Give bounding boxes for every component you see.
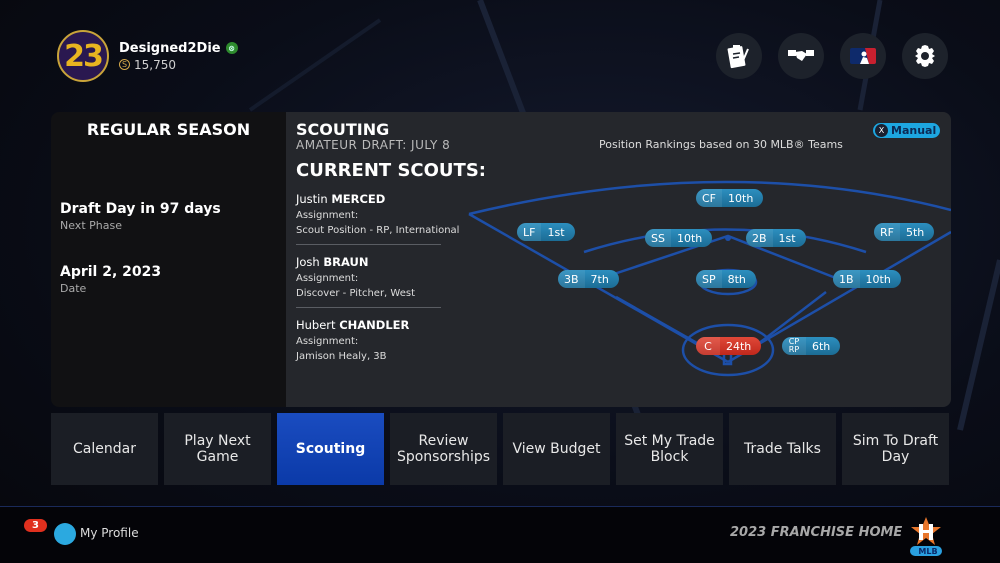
position-pill-cp-rp[interactable]: CP RP 6th [782, 337, 841, 355]
scout-first-name: Josh [296, 255, 320, 269]
scout-last-name: CHANDLER [339, 318, 410, 332]
scouts-list: Justin MERCED Assignment: Scout Position… [296, 192, 460, 370]
my-profile-link[interactable]: My Profile [80, 526, 139, 540]
franchise-nav: Calendar Play Next Game Scouting Review … [51, 413, 949, 485]
stubs-icon: S [119, 59, 130, 70]
assignment-value: Jamison Healy, 3B [296, 351, 387, 362]
scout-last-name: MERCED [331, 192, 386, 206]
clipboard-icon [727, 45, 749, 69]
mlb-badge: MLB [918, 547, 937, 556]
position-label: LF [517, 223, 542, 241]
position-label: 3B [558, 270, 585, 288]
nav-sim-to-draft-day[interactable]: Sim To Draft Day [842, 413, 949, 485]
position-pill-2b[interactable]: 2B 1st [746, 229, 806, 247]
date-value: April 2, 2023 [60, 264, 162, 280]
position-pill-c[interactable]: C 24th [696, 337, 762, 355]
position-label: SS [645, 229, 671, 247]
date-info: April 2, 2023 Date [60, 264, 161, 295]
profile-icon[interactable] [54, 523, 76, 545]
nav-scouting[interactable]: Scouting [277, 413, 384, 485]
scout-item[interactable]: Josh BRAUN Assignment: Discover - Pitche… [296, 244, 441, 307]
position-pill-1b[interactable]: 1B 10th [833, 270, 901, 288]
position-rank: 24th [726, 339, 752, 353]
position-label: CF [696, 189, 723, 207]
scouting-title: SCOUTING [296, 120, 390, 139]
notification-badge: 3 [24, 519, 47, 532]
astros-logo-icon: MLB [910, 517, 942, 556]
position-pill-ss[interactable]: SS 10th [645, 229, 713, 247]
current-scouts-heading: CURRENT SCOUTS: [296, 160, 486, 181]
x-button-icon: X [875, 124, 888, 137]
next-phase-value: Draft Day in 97 days [60, 201, 221, 217]
infield-arc [583, 228, 867, 254]
position-rank: 10th [676, 231, 703, 245]
position-pill-sp[interactable]: SP 8th [696, 270, 756, 288]
scouting-panel: SCOUTING AMATEUR DRAFT: JULY 8 CURRENT S… [286, 112, 951, 407]
scout-last-name: BRAUN [323, 255, 369, 269]
position-label: RF [874, 223, 900, 241]
xbox-icon: ⊗ [225, 42, 238, 54]
manual-toggle[interactable]: X Manual [873, 123, 940, 138]
position-pill-lf[interactable]: LF 1st [517, 223, 575, 241]
assignment-label: Assignment: [296, 336, 359, 347]
assignment-value: Scout Position - RP, International [296, 225, 460, 236]
nav-calendar[interactable]: Calendar [51, 413, 158, 485]
user-profile: 23 Designed2Die ⊗ S 15,750 [57, 30, 238, 82]
franchise-home-label: 2023 FRANCHISE HOME [730, 525, 903, 540]
position-rank: 6th [812, 339, 831, 353]
nav-set-trade-block[interactable]: Set My Trade Block [616, 413, 723, 485]
assignment-label: Assignment: [296, 273, 359, 284]
handshake-icon [788, 50, 814, 61]
position-label: 2B [746, 229, 773, 247]
season-title: REGULAR SEASON [86, 120, 251, 139]
assignment-value: Discover - Pitcher, West [296, 288, 416, 299]
position-rank: 1st [547, 225, 565, 239]
position-rank: 1st [778, 231, 796, 245]
position-rank: 8th [727, 272, 746, 286]
amateur-draft-date: AMATEUR DRAFT: JULY 8 [296, 138, 451, 152]
scout-first-name: Justin [296, 192, 328, 206]
nav-play-next-game[interactable]: Play Next Game [164, 413, 271, 485]
scout-item[interactable]: Hubert CHANDLER Assignment: Jamison Heal… [296, 307, 441, 370]
scout-item[interactable]: Justin MERCED Assignment: Scout Position… [296, 192, 460, 244]
coin-balance: 15,750 [134, 57, 176, 72]
mlb-logo-icon [850, 48, 876, 64]
position-rankings-note: Position Rankings based on 30 MLB® Teams [599, 138, 843, 151]
date-label: Date [60, 282, 87, 295]
nav-view-budget[interactable]: View Budget [503, 413, 610, 485]
position-rank: 10th [865, 272, 891, 286]
next-phase-info: Draft Day in 97 days Next Phase [60, 201, 221, 232]
position-rank: 10th [728, 191, 754, 205]
clipboard-button[interactable] [716, 33, 762, 79]
top-icon-bar [716, 33, 948, 79]
position-pill-rf[interactable]: RF 5th [874, 223, 935, 241]
position-rank: 5th [905, 225, 925, 239]
nav-review-sponsorships[interactable]: Review Sponsorships [390, 413, 497, 485]
assignment-label: Assignment: [296, 210, 359, 221]
scout-first-name: Hubert [296, 318, 336, 332]
position-label: CP RP [782, 337, 806, 355]
next-phase-label: Next Phase [60, 219, 122, 232]
trade-button[interactable] [778, 33, 824, 79]
position-label: 1B [833, 270, 860, 288]
avatar: 23 [57, 30, 109, 82]
footer-bar: 3 My Profile 2023 FRANCHISE HOME MLB [0, 506, 1000, 563]
nav-trade-talks[interactable]: Trade Talks [729, 413, 836, 485]
position-rank: 7th [590, 272, 609, 286]
mlb-button[interactable] [840, 33, 886, 79]
settings-gear-icon [915, 45, 935, 67]
position-pill-cf[interactable]: CF 10th [696, 189, 764, 207]
settings-button[interactable] [902, 33, 948, 79]
season-panel: REGULAR SEASON Draft Day in 97 days Next… [51, 112, 286, 407]
position-label: SP [696, 270, 722, 288]
manual-label: Manual [891, 124, 937, 137]
position-pill-3b[interactable]: 3B 7th [558, 270, 619, 288]
username: Designed2Die [119, 40, 221, 56]
position-label: C [696, 337, 720, 355]
